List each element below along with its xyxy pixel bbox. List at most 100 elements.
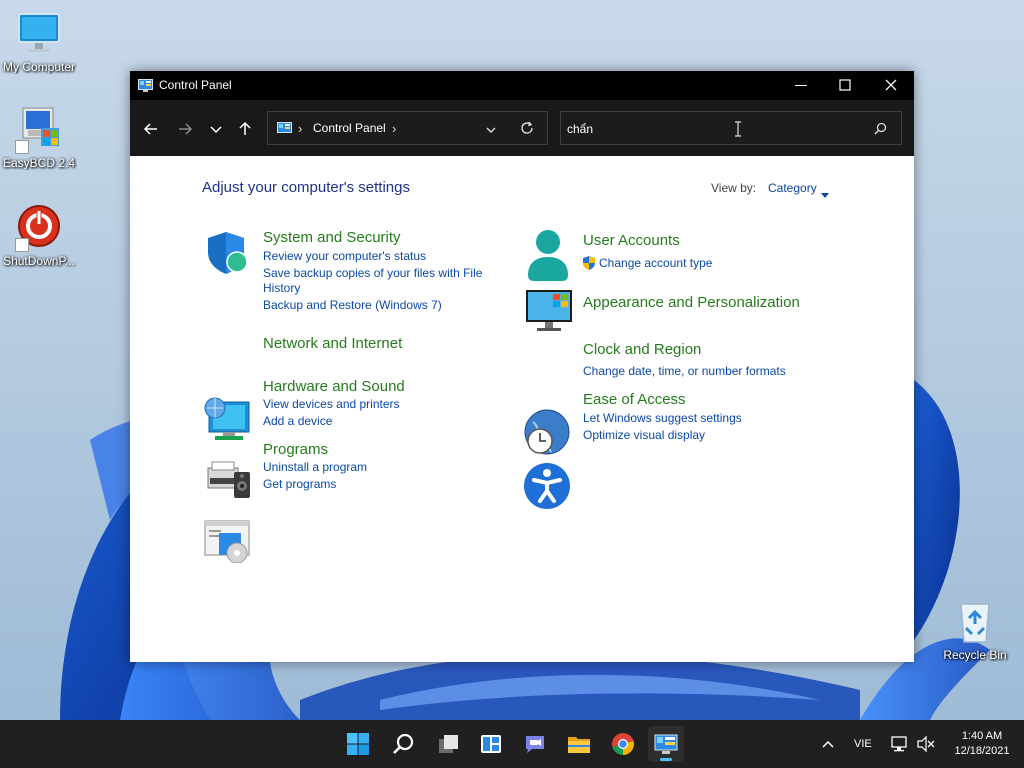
back-button[interactable] xyxy=(140,118,162,140)
link-save-backup[interactable]: Save backup copies of your files with Fi… xyxy=(263,266,482,281)
teams-chat-icon xyxy=(526,736,544,753)
refresh-button[interactable] xyxy=(520,121,534,140)
clock-date: 12/18/2021 xyxy=(954,745,1010,757)
shield-icon[interactable] xyxy=(204,230,250,281)
minimize-icon xyxy=(795,85,807,86)
file-explorer-icon xyxy=(568,737,590,753)
start-icon xyxy=(347,733,369,755)
address-bar[interactable]: › Control Panel › xyxy=(267,111,548,145)
user-icon[interactable] xyxy=(524,229,572,286)
link-let-windows-suggest[interactable]: Let Windows suggest settings xyxy=(583,411,742,426)
desktop-icon-recycle-bin[interactable]: Recycle Bin xyxy=(933,598,1017,662)
up-button[interactable] xyxy=(234,118,256,140)
accessibility-icon[interactable] xyxy=(523,462,571,515)
category-user-accounts[interactable]: User Accounts xyxy=(583,232,680,249)
window-titlebar[interactable]: Control Panel xyxy=(130,71,914,100)
power-icon xyxy=(15,204,63,252)
link-save-backup-history[interactable]: History xyxy=(263,281,300,296)
category-system-and-security[interactable]: System and Security xyxy=(263,229,401,246)
breadcrumb-separator[interactable]: › xyxy=(298,121,302,136)
desktop-icon-easybcd[interactable]: EasyBCD 2.4 xyxy=(0,106,81,170)
navigation-toolbar: › Control Panel › xyxy=(130,100,914,156)
monitor-color-icon[interactable] xyxy=(525,288,573,337)
recycle-bin-icon xyxy=(951,598,999,646)
search-input[interactable] xyxy=(567,120,847,138)
input-language-indicator[interactable]: VIE xyxy=(854,738,872,750)
chevron-down-icon xyxy=(486,127,496,133)
file-explorer-button[interactable] xyxy=(561,726,597,762)
desktop-icon-shutdown[interactable]: ShutDownP... xyxy=(0,204,81,268)
maximize-icon xyxy=(839,79,851,91)
category-appearance-and-personalization[interactable]: Appearance and Personalization xyxy=(583,294,800,311)
link-optimize-visual-display[interactable]: Optimize visual display xyxy=(583,428,705,443)
arrow-left-icon xyxy=(143,123,157,135)
chevron-down-icon xyxy=(210,126,222,134)
control-panel-icon xyxy=(277,122,292,140)
link-review-status[interactable]: Review your computer's status xyxy=(263,249,426,264)
taskbar: VIE 1:40 AM 12/18/2021 xyxy=(0,720,1024,768)
category-programs[interactable]: Programs xyxy=(263,441,328,458)
desktop-icon-label: My Computer xyxy=(2,60,76,74)
link-change-account-type[interactable]: Change account type xyxy=(599,256,712,271)
uac-shield-icon xyxy=(582,256,596,275)
forward-button[interactable] xyxy=(174,118,196,140)
view-by-dropdown[interactable]: Category xyxy=(768,181,817,195)
link-uninstall-program[interactable]: Uninstall a program xyxy=(263,460,367,475)
search-icon xyxy=(393,733,414,754)
control-panel-taskbar-button[interactable] xyxy=(648,726,684,762)
refresh-icon xyxy=(521,121,533,134)
network-icon xyxy=(891,736,907,752)
category-ease-of-access[interactable]: Ease of Access xyxy=(583,391,686,408)
text-cursor-icon xyxy=(734,121,742,142)
window-title: Control Panel xyxy=(159,78,232,92)
maximize-button[interactable] xyxy=(822,71,868,100)
shortcut-arrow-icon xyxy=(15,140,29,154)
active-app-indicator xyxy=(660,758,672,761)
link-get-programs[interactable]: Get programs xyxy=(263,477,336,492)
clock-globe-icon[interactable] xyxy=(523,408,571,461)
page-heading: Adjust your computer's settings xyxy=(202,179,410,196)
close-button[interactable] xyxy=(868,71,914,100)
control-panel-content: Adjust your computer's settings View by:… xyxy=(130,156,914,662)
breadcrumb-control-panel[interactable]: Control Panel xyxy=(313,121,386,135)
category-hardware-and-sound[interactable]: Hardware and Sound xyxy=(263,378,405,395)
search-button[interactable] xyxy=(385,726,421,762)
category-network-and-internet[interactable]: Network and Internet xyxy=(263,335,402,352)
close-icon xyxy=(885,79,897,91)
search-icon[interactable] xyxy=(874,122,887,140)
shortcut-arrow-icon xyxy=(15,238,29,252)
link-backup-restore[interactable]: Backup and Restore (Windows 7) xyxy=(263,298,442,313)
printer-speaker-icon[interactable] xyxy=(204,458,252,505)
network-globe-icon[interactable] xyxy=(203,396,251,447)
search-box[interactable] xyxy=(560,111,902,145)
desktop-icon-label: ShutDownP... xyxy=(3,254,75,268)
chevron-up-icon xyxy=(822,740,834,748)
task-view-icon xyxy=(439,735,458,753)
start-button[interactable] xyxy=(340,726,376,762)
arrow-up-icon xyxy=(239,121,251,135)
chrome-icon xyxy=(612,733,634,755)
recent-locations-button[interactable] xyxy=(205,118,227,140)
chrome-button[interactable] xyxy=(605,726,641,762)
address-dropdown-button[interactable] xyxy=(485,123,497,141)
task-view-button[interactable] xyxy=(430,726,466,762)
link-add-device[interactable]: Add a device xyxy=(263,414,332,429)
volume-muted-icon xyxy=(917,736,935,752)
desktop-icon-label: EasyBCD 2.4 xyxy=(2,156,76,170)
programs-icon[interactable] xyxy=(203,519,251,568)
teams-chat-button[interactable] xyxy=(517,726,553,762)
desktop-icon-my-computer[interactable]: My Computer xyxy=(0,10,81,74)
caret-down-icon[interactable] xyxy=(821,185,829,203)
monitor-icon xyxy=(15,10,63,58)
control-panel-icon xyxy=(654,734,678,754)
breadcrumb-separator[interactable]: › xyxy=(392,121,396,136)
control-panel-window: Control Panel › Control Panel › chẩn Adj… xyxy=(130,71,914,662)
widgets-button[interactable] xyxy=(473,726,509,762)
link-change-date-time[interactable]: Change date, time, or number formats xyxy=(583,364,786,379)
category-clock-and-region[interactable]: Clock and Region xyxy=(583,341,701,358)
minimize-button[interactable] xyxy=(778,71,824,100)
link-view-devices[interactable]: View devices and printers xyxy=(263,397,400,412)
taskbar-clock[interactable]: 1:40 AM 12/18/2021 xyxy=(944,729,1020,759)
easybcd-icon xyxy=(15,106,63,154)
widgets-icon xyxy=(481,735,501,753)
